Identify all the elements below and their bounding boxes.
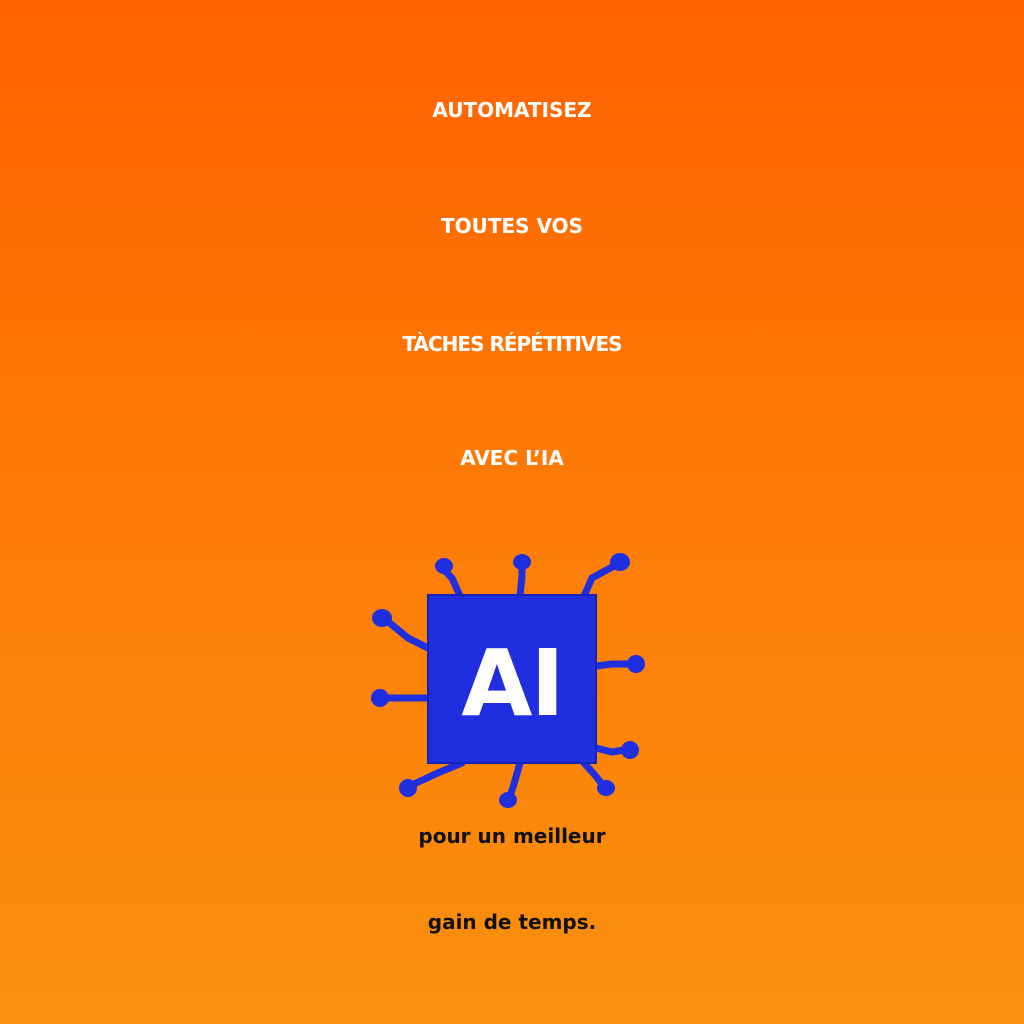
subline-line-1: pour un meilleur (418, 824, 606, 848)
ai-chip-label: AI (461, 630, 564, 737)
headline-line-2: TOUTES VOS (440, 214, 584, 238)
headline-line-4: AVEC L’IA (460, 446, 564, 470)
subline-line-2: gain de temps. (427, 910, 597, 934)
poster: AUTOMATISEZ TOUTES VOS TÀCHES RÉPÉTITIVE… (0, 0, 1024, 1024)
ai-chip-icon: AI (362, 548, 662, 808)
ai-chip-body: AI (427, 594, 597, 764)
headline-line-3: TÀCHES RÉPÉTITIVES (402, 332, 622, 356)
headline-line-1: AUTOMATISEZ (432, 98, 592, 122)
